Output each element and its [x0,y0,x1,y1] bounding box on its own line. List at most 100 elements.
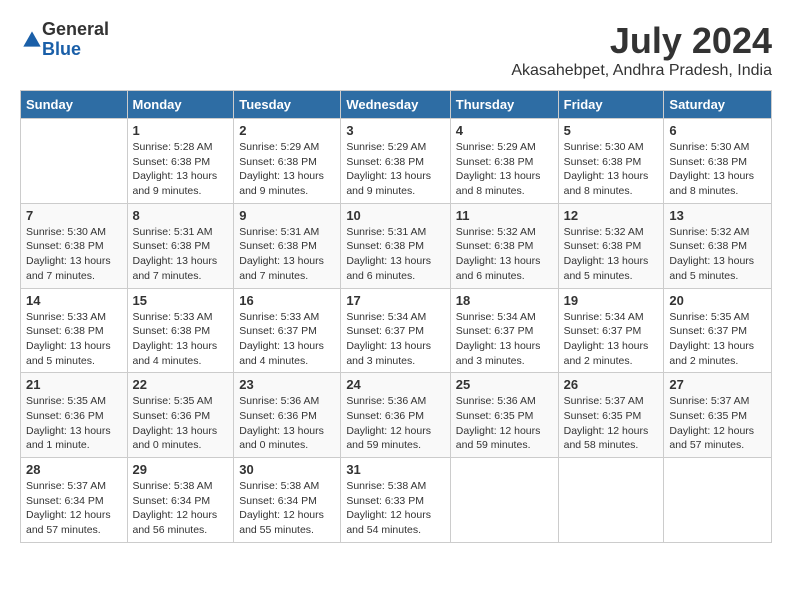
day-info: Sunrise: 5:37 AMSunset: 6:34 PMDaylight:… [26,479,122,538]
day-info: Sunrise: 5:29 AMSunset: 6:38 PMDaylight:… [239,140,335,199]
column-header-friday: Friday [558,91,664,119]
calendar-cell [558,458,664,543]
day-number: 27 [669,377,766,392]
calendar-cell: 11 Sunrise: 5:32 AMSunset: 6:38 PMDayligh… [450,203,558,288]
page-header: General Blue July 2024 Akasahebpet, Andh… [20,20,772,80]
calendar-cell: 2Sunrise: 5:29 AMSunset: 6:38 PMDaylight… [234,119,341,204]
logo-blue: Blue [42,40,109,60]
day-number: 28 [26,462,122,477]
day-number: 5 [564,123,659,138]
calendar-cell: 26 Sunrise: 5:37 AMSunset: 6:35 PMDayligh… [558,373,664,458]
day-number: 20 [669,293,766,308]
day-info: Sunrise: 5:31 AMSunset: 6:38 PMDaylight:… [239,225,335,284]
day-number: 8 [133,208,229,223]
day-info: Sunrise: 5:30 AMSunset: 6:38 PMDaylight:… [26,225,122,284]
column-header-wednesday: Wednesday [341,91,450,119]
day-info: Sunrise: 5:36 AMSunset: 6:35 PMDaylight:… [456,394,553,453]
calendar-cell: 15 Sunrise: 5:33 AMSunset: 6:38 PMDayligh… [127,288,234,373]
day-number: 6 [669,123,766,138]
calendar-cell: 8 Sunrise: 5:31 AMSunset: 6:38 PMDaylight… [127,203,234,288]
day-number: 16 [239,293,335,308]
calendar-cell: 1Sunrise: 5:28 AMSunset: 6:38 PMDaylight… [127,119,234,204]
day-info: Sunrise: 5:30 AMSunset: 6:38 PMDaylight:… [564,140,659,199]
column-header-tuesday: Tuesday [234,91,341,119]
calendar-cell: 17Sunrise: 5:34 AMSunset: 6:37 PMDayligh… [341,288,450,373]
calendar-cell: 9 Sunrise: 5:31 AMSunset: 6:38 PMDaylight… [234,203,341,288]
day-number: 1 [133,123,229,138]
day-info: Sunrise: 5:38 AMSunset: 6:33 PMDaylight:… [346,479,444,538]
column-header-sunday: Sunday [21,91,128,119]
day-number: 22 [133,377,229,392]
day-info: Sunrise: 5:37 AMSunset: 6:35 PMDaylight:… [669,394,766,453]
day-number: 24 [346,377,444,392]
day-number: 29 [133,462,229,477]
day-info: Sunrise: 5:33 AMSunset: 6:37 PMDaylight:… [239,310,335,369]
day-info: Sunrise: 5:36 AMSunset: 6:36 PMDaylight:… [346,394,444,453]
day-number: 17 [346,293,444,308]
calendar-cell: 7 Sunrise: 5:30 AMSunset: 6:38 PMDaylight… [21,203,128,288]
day-info: Sunrise: 5:31 AMSunset: 6:38 PMDaylight:… [133,225,229,284]
day-info: Sunrise: 5:29 AMSunset: 6:38 PMDaylight:… [346,140,444,199]
day-info: Sunrise: 5:37 AMSunset: 6:35 PMDaylight:… [564,394,659,453]
day-number: 19 [564,293,659,308]
day-info: Sunrise: 5:38 AMSunset: 6:34 PMDaylight:… [239,479,335,538]
day-info: Sunrise: 5:29 AMSunset: 6:38 PMDaylight:… [456,140,553,199]
logo-general: General [42,20,109,40]
day-info: Sunrise: 5:35 AMSunset: 6:36 PMDaylight:… [26,394,122,453]
column-header-saturday: Saturday [664,91,772,119]
calendar-cell: 24 Sunrise: 5:36 AMSunset: 6:36 PMDayligh… [341,373,450,458]
calendar-week-row: 7 Sunrise: 5:30 AMSunset: 6:38 PMDaylight… [21,203,772,288]
calendar-cell: 3Sunrise: 5:29 AMSunset: 6:38 PMDaylight… [341,119,450,204]
calendar-cell: 16 Sunrise: 5:33 AMSunset: 6:37 PMDayligh… [234,288,341,373]
calendar-cell: 4Sunrise: 5:29 AMSunset: 6:38 PMDaylight… [450,119,558,204]
day-info: Sunrise: 5:33 AMSunset: 6:38 PMDaylight:… [133,310,229,369]
day-number: 31 [346,462,444,477]
logo-text: General Blue [42,20,109,60]
day-info: Sunrise: 5:38 AMSunset: 6:34 PMDaylight:… [133,479,229,538]
day-info: Sunrise: 5:32 AMSunset: 6:38 PMDaylight:… [564,225,659,284]
calendar-cell: 6 Sunrise: 5:30 AMSunset: 6:38 PMDaylight… [664,119,772,204]
calendar-cell: 21 Sunrise: 5:35 AMSunset: 6:36 PMDayligh… [21,373,128,458]
day-number: 21 [26,377,122,392]
calendar-cell: 22 Sunrise: 5:35 AMSunset: 6:36 PMDayligh… [127,373,234,458]
calendar-cell: 10 Sunrise: 5:31 AMSunset: 6:38 PMDayligh… [341,203,450,288]
calendar-cell: 19 Sunrise: 5:34 AMSunset: 6:37 PMDayligh… [558,288,664,373]
day-number: 13 [669,208,766,223]
day-info: Sunrise: 5:35 AMSunset: 6:36 PMDaylight:… [133,394,229,453]
calendar-week-row: 21 Sunrise: 5:35 AMSunset: 6:36 PMDayligh… [21,373,772,458]
column-header-thursday: Thursday [450,91,558,119]
calendar-week-row: 14 Sunrise: 5:33 AMSunset: 6:38 PMDayligh… [21,288,772,373]
calendar-cell: 30 Sunrise: 5:38 AMSunset: 6:34 PMDayligh… [234,458,341,543]
day-info: Sunrise: 5:31 AMSunset: 6:38 PMDaylight:… [346,225,444,284]
calendar-cell: 29 Sunrise: 5:38 AMSunset: 6:34 PMDayligh… [127,458,234,543]
calendar-week-row: 28 Sunrise: 5:37 AMSunset: 6:34 PMDayligh… [21,458,772,543]
day-info: Sunrise: 5:32 AMSunset: 6:38 PMDaylight:… [456,225,553,284]
day-info: Sunrise: 5:30 AMSunset: 6:38 PMDaylight:… [669,140,766,199]
calendar-cell [664,458,772,543]
logo-icon [22,30,42,50]
day-info: Sunrise: 5:36 AMSunset: 6:36 PMDaylight:… [239,394,335,453]
day-number: 30 [239,462,335,477]
day-number: 15 [133,293,229,308]
day-number: 23 [239,377,335,392]
day-info: Sunrise: 5:34 AMSunset: 6:37 PMDaylight:… [564,310,659,369]
day-number: 14 [26,293,122,308]
calendar-cell: 31 Sunrise: 5:38 AMSunset: 6:33 PMDayligh… [341,458,450,543]
calendar-cell: 28 Sunrise: 5:37 AMSunset: 6:34 PMDayligh… [21,458,128,543]
logo: General Blue [20,20,109,60]
location-subtitle: Akasahebpet, Andhra Pradesh, India [511,62,772,80]
calendar-cell: 5 Sunrise: 5:30 AMSunset: 6:38 PMDaylight… [558,119,664,204]
calendar-cell: 20 Sunrise: 5:35 AMSunset: 6:37 PMDayligh… [664,288,772,373]
day-number: 9 [239,208,335,223]
day-number: 11 [456,208,553,223]
calendar-cell: 14 Sunrise: 5:33 AMSunset: 6:38 PMDayligh… [21,288,128,373]
calendar-cell: 18Sunrise: 5:34 AMSunset: 6:37 PMDayligh… [450,288,558,373]
day-number: 7 [26,208,122,223]
day-number: 26 [564,377,659,392]
calendar-cell: 25Sunrise: 5:36 AMSunset: 6:35 PMDayligh… [450,373,558,458]
day-info: Sunrise: 5:35 AMSunset: 6:37 PMDaylight:… [669,310,766,369]
calendar-cell [21,119,128,204]
calendar-cell: 23 Sunrise: 5:36 AMSunset: 6:36 PMDayligh… [234,373,341,458]
day-number: 10 [346,208,444,223]
day-info: Sunrise: 5:33 AMSunset: 6:38 PMDaylight:… [26,310,122,369]
